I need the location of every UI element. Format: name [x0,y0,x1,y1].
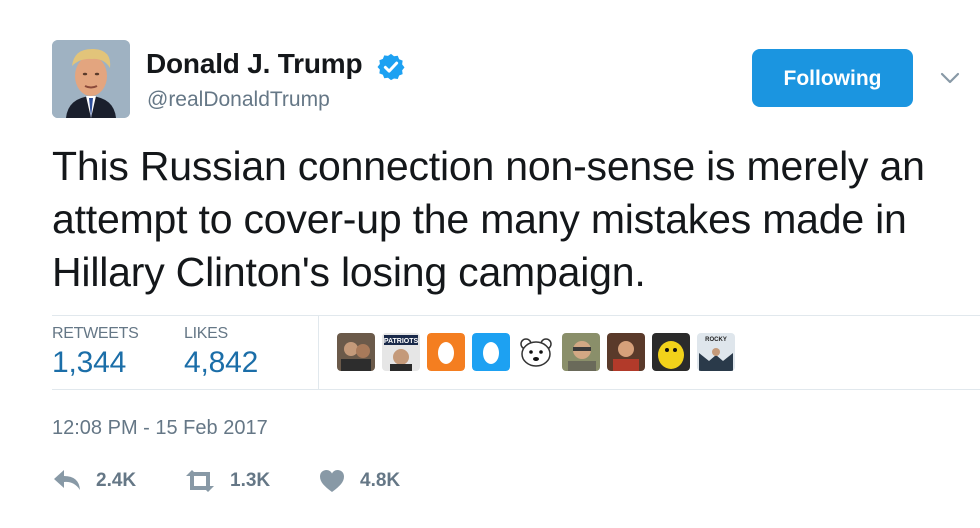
divider-top [52,315,980,316]
user-handle[interactable]: @realDonaldTrump [147,88,330,112]
liker-avatar-rocky[interactable]: ROCKY [697,333,735,371]
following-button[interactable]: Following [752,49,913,107]
liker-avatar-2[interactable]: PATRIOTS [382,333,420,371]
retweet-count: 1.3K [230,470,271,491]
likes-label[interactable]: LIKES [184,325,228,343]
verified-badge-icon [377,53,405,81]
display-name[interactable]: Donald J. Trump [146,48,363,80]
default-egg-icon[interactable] [472,333,510,371]
liker-avatar-7[interactable] [607,333,645,371]
liker-avatar-rocky-text: ROCKY [705,337,727,343]
retweets-count[interactable]: 1,344 [52,346,126,380]
tweet-timestamp[interactable]: 12:08 PM - 15 Feb 2017 [52,417,268,440]
liker-avatar-1[interactable] [337,333,375,371]
reply-action[interactable]: 2.4K [52,467,136,495]
likes-count[interactable]: 4,842 [184,346,258,380]
stats-separator [318,315,319,389]
profile-avatar[interactable] [52,40,130,118]
heart-icon [320,470,344,492]
retweet-action[interactable]: 1.3K [184,467,270,495]
chevron-down-icon[interactable] [938,66,962,90]
liker-avatars: PATRIOTS ROCKY [337,333,735,373]
like-action[interactable]: 4.8K [318,467,400,495]
yellow-character-icon[interactable] [652,333,690,371]
liker-avatar-2-text: PATRIOTS [384,338,419,345]
reply-count: 2.4K [96,470,137,491]
divider-bottom [52,389,980,390]
retweet-icon [186,470,214,492]
tweet-text: This Russian connection non-sense is mer… [52,143,925,295]
liker-avatar-6[interactable] [562,333,600,371]
default-egg-icon[interactable] [427,333,465,371]
reply-icon [54,470,80,490]
retweets-label[interactable]: RETWEETS [52,325,139,343]
polar-bear-icon[interactable] [517,333,555,371]
like-count: 4.8K [360,470,401,491]
